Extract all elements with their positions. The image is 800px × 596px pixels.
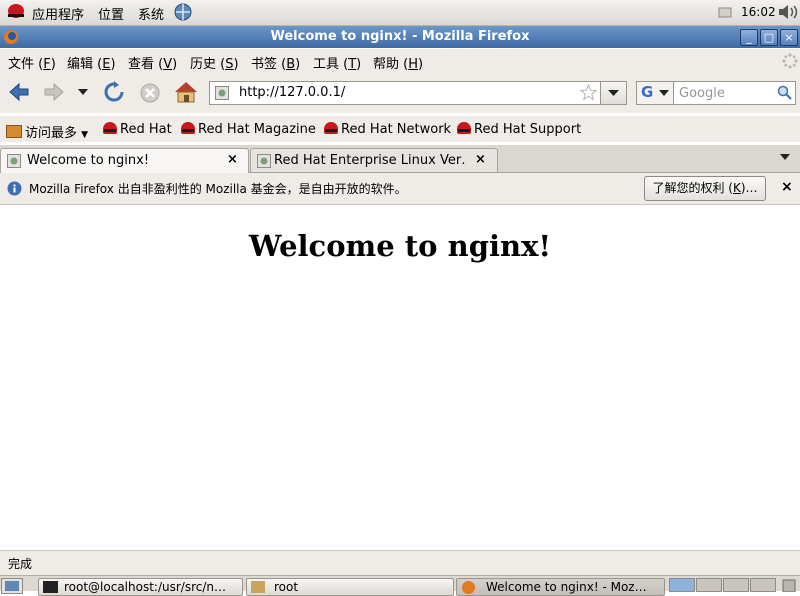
chevron-down-icon bbox=[659, 90, 669, 96]
page-favicon-icon bbox=[257, 154, 271, 168]
tab-title: Red Hat Enterprise Linux Ver… bbox=[274, 153, 466, 168]
folder-icon bbox=[251, 581, 265, 593]
url-history-dropdown[interactable] bbox=[600, 81, 627, 105]
notification-area-icon[interactable] bbox=[718, 6, 732, 18]
tab-list-dropdown-icon[interactable] bbox=[779, 153, 791, 161]
menu-file[interactable]: 文件 (F) bbox=[8, 53, 56, 72]
top-panel: 应用程序 位置 系统 16:02 bbox=[0, 0, 800, 26]
menu-history[interactable]: 历史 (S) bbox=[190, 53, 239, 72]
network-globe-icon[interactable] bbox=[173, 3, 193, 22]
status-bar: 完成 bbox=[0, 550, 800, 575]
applications-menu[interactable]: 应用程序 bbox=[32, 4, 84, 23]
chevron-down-icon bbox=[608, 90, 619, 96]
menu-bookmarks[interactable]: 书签 (B) bbox=[251, 53, 300, 72]
show-desktop-button[interactable] bbox=[1, 578, 23, 594]
redhat-icon bbox=[103, 122, 117, 134]
tab-red-hat-enterprise-linux[interactable]: Red Hat Enterprise Linux Ver… × bbox=[250, 148, 498, 172]
know-your-rights-button[interactable]: 了解您的权利 (K)… bbox=[644, 176, 766, 201]
back-arrow-icon[interactable] bbox=[8, 82, 30, 102]
close-notification-icon[interactable]: × bbox=[781, 179, 793, 195]
reload-icon[interactable] bbox=[102, 81, 126, 103]
taskbar-item-firefox[interactable]: Welcome to nginx! - Moz… bbox=[456, 578, 665, 596]
close-window-button[interactable]: × bbox=[780, 29, 798, 46]
window-title: Welcome to nginx! - Mozilla Firefox bbox=[270, 29, 530, 44]
redhat-logo-icon[interactable] bbox=[6, 3, 26, 21]
status-text: 完成 bbox=[8, 557, 33, 571]
home-icon[interactable] bbox=[173, 80, 199, 104]
minimize-button[interactable]: _ bbox=[740, 29, 758, 46]
places-menu[interactable]: 位置 bbox=[98, 4, 124, 23]
maximize-button[interactable]: □ bbox=[760, 29, 778, 46]
panel-clock[interactable]: 16:02 bbox=[741, 5, 776, 19]
forward-arrow-icon[interactable] bbox=[43, 82, 65, 102]
redhat-icon bbox=[324, 122, 338, 134]
menu-edit[interactable]: 编辑 (E) bbox=[67, 53, 116, 72]
bookmark-red-hat[interactable]: Red Hat bbox=[103, 122, 172, 137]
page-heading: Welcome to nginx! bbox=[248, 229, 552, 263]
system-menu[interactable]: 系统 bbox=[138, 4, 164, 23]
bookmark-red-hat-support[interactable]: Red Hat Support bbox=[457, 122, 581, 137]
most-visited-folder[interactable]: 访问最多 ▼ bbox=[6, 122, 88, 141]
bookmark-red-hat-network[interactable]: Red Hat Network bbox=[324, 122, 451, 137]
firefox-icon bbox=[462, 581, 475, 594]
url-bar[interactable]: http://127.0.0.1/ bbox=[209, 81, 601, 105]
url-text[interactable]: http://127.0.0.1/ bbox=[239, 85, 345, 100]
tab-welcome-nginx[interactable]: Welcome to nginx! × bbox=[0, 148, 249, 173]
google-icon: G bbox=[641, 83, 654, 101]
info-icon bbox=[7, 181, 22, 196]
window-titlebar[interactable]: Welcome to nginx! - Mozilla Firefox _ □ … bbox=[0, 26, 800, 48]
menu-view[interactable]: 查看 (V) bbox=[128, 53, 177, 72]
folder-icon bbox=[6, 125, 22, 138]
search-placeholder: Google bbox=[679, 86, 725, 101]
search-icon[interactable] bbox=[777, 85, 792, 100]
taskbar-item-root[interactable]: root bbox=[246, 578, 454, 596]
volume-icon[interactable] bbox=[776, 3, 798, 21]
tab-close-icon[interactable]: × bbox=[475, 152, 486, 167]
search-input[interactable]: Google bbox=[673, 81, 796, 105]
redhat-icon bbox=[457, 122, 471, 134]
chevron-down-icon: ▼ bbox=[81, 130, 89, 140]
taskbar-item-terminal[interactable]: root@localhost:/usr/src/n… bbox=[38, 578, 243, 596]
throbber-icon bbox=[782, 53, 798, 69]
stop-icon[interactable] bbox=[139, 82, 161, 104]
redhat-icon bbox=[181, 122, 195, 134]
history-dropdown-icon[interactable] bbox=[77, 88, 89, 96]
search-engine-selector[interactable]: G bbox=[636, 81, 674, 105]
site-identity-icon[interactable] bbox=[215, 86, 229, 100]
page-favicon-icon bbox=[7, 154, 21, 168]
terminal-icon bbox=[43, 581, 58, 593]
menu-tools[interactable]: 工具 (T) bbox=[313, 53, 361, 72]
menu-bar: 文件 (F) 编辑 (E) 查看 (V) 历史 (S) 书签 (B) 工具 (T… bbox=[0, 49, 800, 73]
menu-help[interactable]: 帮助 (H) bbox=[373, 53, 423, 72]
notification-message: Mozilla Firefox 出自非盈利性的 Mozilla 基金会，是自由开… bbox=[29, 182, 407, 196]
bookmark-red-hat-magazine[interactable]: Red Hat Magazine bbox=[181, 122, 316, 137]
tab-title: Welcome to nginx! bbox=[27, 153, 150, 168]
tab-close-icon[interactable]: × bbox=[227, 152, 238, 167]
bookmark-star-icon[interactable] bbox=[580, 84, 597, 101]
